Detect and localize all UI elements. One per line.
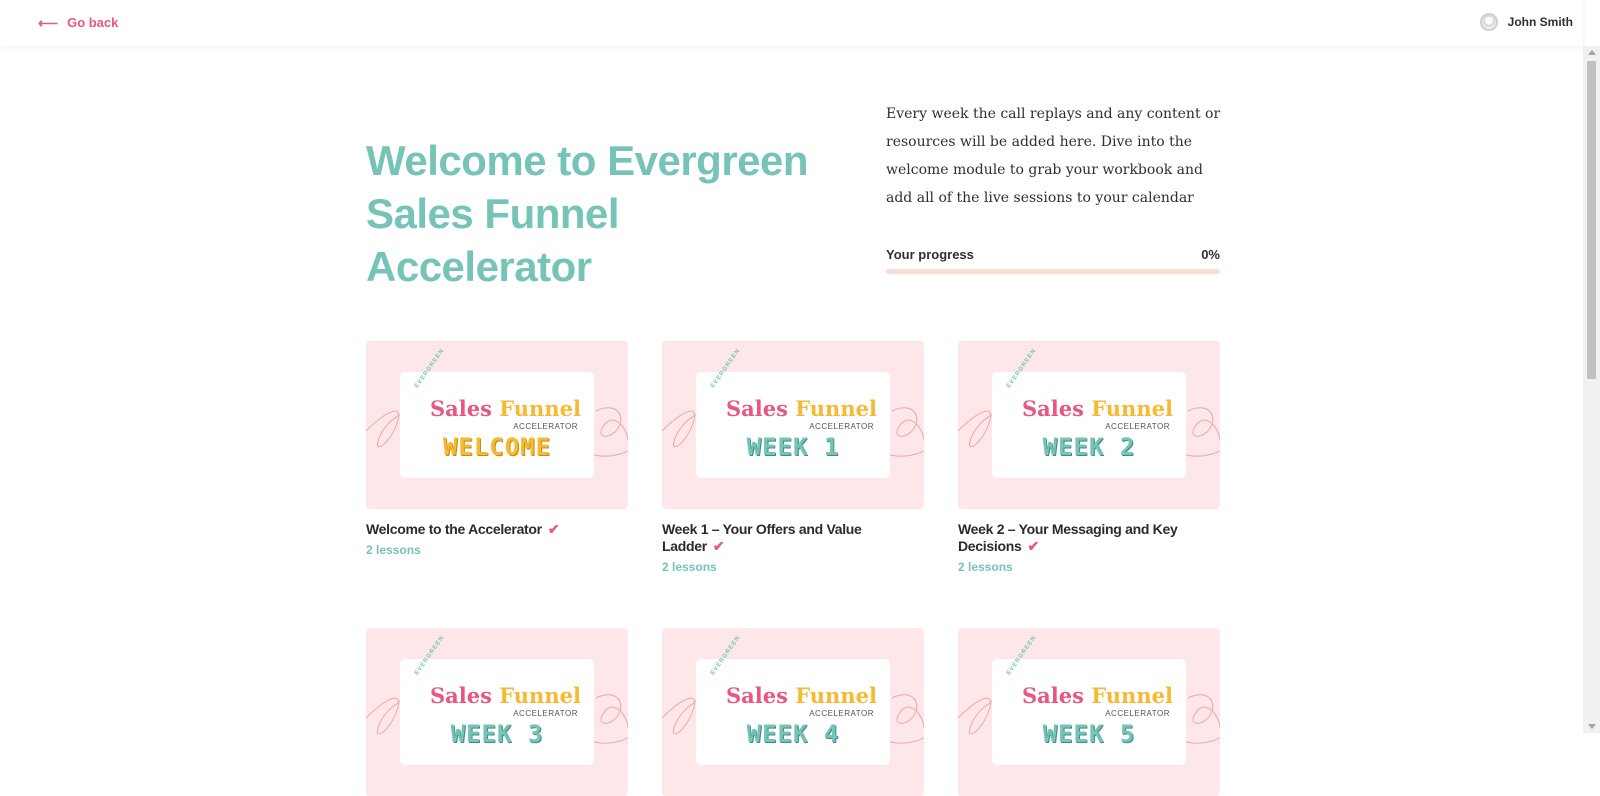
go-back-link[interactable]: ⟵ Go back (38, 15, 118, 30)
thumbnail-tag: WEEK 1 (746, 433, 840, 461)
module-title[interactable]: Week 1 – Your Offers and Value Ladder ✔ (662, 521, 924, 555)
progress-value: 0% (1201, 247, 1220, 262)
thumbnail-accelerator: ACCELERATOR (1105, 422, 1170, 431)
thumbnail-panel: EVERGREEN Sales Funnel ACCELERATOR WEEK 2 (992, 348, 1186, 478)
module-title[interactable]: Week 2 – Your Messaging and Key Decision… (958, 521, 1220, 555)
user-name: John Smith (1507, 15, 1573, 29)
checkmark-icon: ✔ (712, 538, 725, 554)
thumbnail-tag: WELCOME (442, 433, 552, 461)
thumbnail-panel: EVERGREEN Sales Funnel ACCELERATOR WELCOME (400, 348, 594, 478)
thumbnail-tag: WEEK 3 (450, 720, 544, 748)
thumbnail-panel: EVERGREEN Sales Funnel ACCELERATOR WEEK 5 (992, 635, 1186, 765)
module-thumbnail[interactable]: EVERGREEN Sales Funnel ACCELERATOR WEEK 4 (662, 628, 924, 796)
scroll-thumb[interactable] (1587, 61, 1596, 379)
thumbnail-brand: Sales Funnel (430, 683, 581, 708)
thumbnail-word-funnel: Funnel (1091, 396, 1173, 421)
thumbnail-brand: Sales Funnel (1022, 683, 1173, 708)
thumbnail-word-funnel: Funnel (795, 396, 877, 421)
thumbnail-brand: Sales Funnel (430, 396, 581, 421)
thumbnail-word-sales: Sales (430, 683, 492, 708)
thumbnail-word-sales: Sales (1022, 683, 1084, 708)
thumbnail-tag: WEEK 2 (1042, 433, 1136, 461)
module-title-text: Week 1 – Your Offers and Value Ladder (662, 521, 862, 554)
module-thumbnail[interactable]: EVERGREEN Sales Funnel ACCELERATOR WEEK 5 (958, 628, 1220, 796)
thumbnail-tag: WEEK 5 (1042, 720, 1136, 748)
thumbnail-panel: EVERGREEN Sales Funnel ACCELERATOR WEEK 1 (696, 348, 890, 478)
arrow-left-icon: ⟵ (38, 14, 59, 31)
module-thumbnail[interactable]: EVERGREEN Sales Funnel ACCELERATOR WEEK 1 (662, 341, 924, 509)
thumbnail-brand: Sales Funnel (1022, 396, 1173, 421)
module-title-text: Welcome to the Accelerator (366, 521, 542, 537)
thumbnail-word-funnel: Funnel (499, 396, 581, 421)
course-description: Every week the call replays and any cont… (886, 106, 1221, 206)
lesson-count: 2 lessons (662, 560, 717, 574)
thumbnail-tag: WEEK 4 (746, 720, 840, 748)
checkmark-icon: ✔ (547, 521, 560, 537)
module-card[interactable]: EVERGREEN Sales Funnel ACCELERATOR WEEK 3 (366, 628, 628, 796)
module-thumbnail[interactable]: EVERGREEN Sales Funnel ACCELERATOR WEEK 3 (366, 628, 628, 796)
thumbnail-brand: Sales Funnel (726, 396, 877, 421)
user-menu[interactable]: John Smith (1479, 13, 1573, 31)
avatar (1479, 13, 1498, 31)
thumbnail-word-funnel: Funnel (1091, 683, 1173, 708)
thumbnail-word-sales: Sales (726, 396, 788, 421)
module-card[interactable]: EVERGREEN Sales Funnel ACCELERATOR WEEK 1 We… (662, 341, 924, 574)
scrollbar[interactable] (1583, 46, 1600, 733)
lesson-count: 2 lessons (958, 560, 1013, 574)
thumbnail-accelerator: ACCELERATOR (1105, 709, 1170, 718)
module-card[interactable]: EVERGREEN Sales Funnel ACCELERATOR WEEK 5 (958, 628, 1220, 796)
progress-label: Your progress (886, 247, 974, 262)
go-back-label: Go back (67, 15, 119, 30)
module-title[interactable]: Welcome to the Accelerator ✔ (366, 521, 628, 538)
module-thumbnail[interactable]: EVERGREEN Sales Funnel ACCELERATOR WEEK 2 (958, 341, 1220, 509)
checkmark-icon: ✔ (1027, 538, 1039, 554)
module-title-text: Week 2 – Your Messaging and Key Decision… (958, 521, 1178, 554)
module-thumbnail[interactable]: EVERGREEN Sales Funnel ACCELERATOR WELCOME (366, 341, 628, 509)
thumbnail-word-funnel: Funnel (795, 683, 877, 708)
thumbnail-brand: Sales Funnel (726, 683, 877, 708)
thumbnail-panel: EVERGREEN Sales Funnel ACCELERATOR WEEK 4 (696, 635, 890, 765)
page-title: Welcome to Evergreen Sales Funnel Accele… (366, 137, 809, 290)
module-card[interactable]: EVERGREEN Sales Funnel ACCELERATOR WELCOME W… (366, 341, 628, 557)
thumbnail-word-sales: Sales (430, 396, 492, 421)
thumbnail-panel: EVERGREEN Sales Funnel ACCELERATOR WEEK 3 (400, 635, 594, 765)
thumbnail-word-sales: Sales (726, 683, 788, 708)
module-card[interactable]: EVERGREEN Sales Funnel ACCELERATOR WEEK 2 We… (958, 341, 1220, 574)
top-bar: ⟵ Go back John Smith (0, 0, 1583, 46)
thumbnail-accelerator: ACCELERATOR (513, 709, 578, 718)
scroll-down-arrow-icon[interactable] (1588, 724, 1596, 729)
thumbnail-accelerator: ACCELERATOR (809, 709, 874, 718)
thumbnail-accelerator: ACCELERATOR (809, 422, 874, 431)
module-card[interactable]: EVERGREEN Sales Funnel ACCELERATOR WEEK 4 (662, 628, 924, 796)
scroll-up-arrow-icon[interactable] (1588, 50, 1596, 55)
thumbnail-word-funnel: Funnel (499, 683, 581, 708)
thumbnail-accelerator: ACCELERATOR (513, 422, 578, 431)
lesson-count: 2 lessons (366, 543, 421, 557)
progress-bar (886, 269, 1220, 274)
thumbnail-word-sales: Sales (1022, 396, 1084, 421)
